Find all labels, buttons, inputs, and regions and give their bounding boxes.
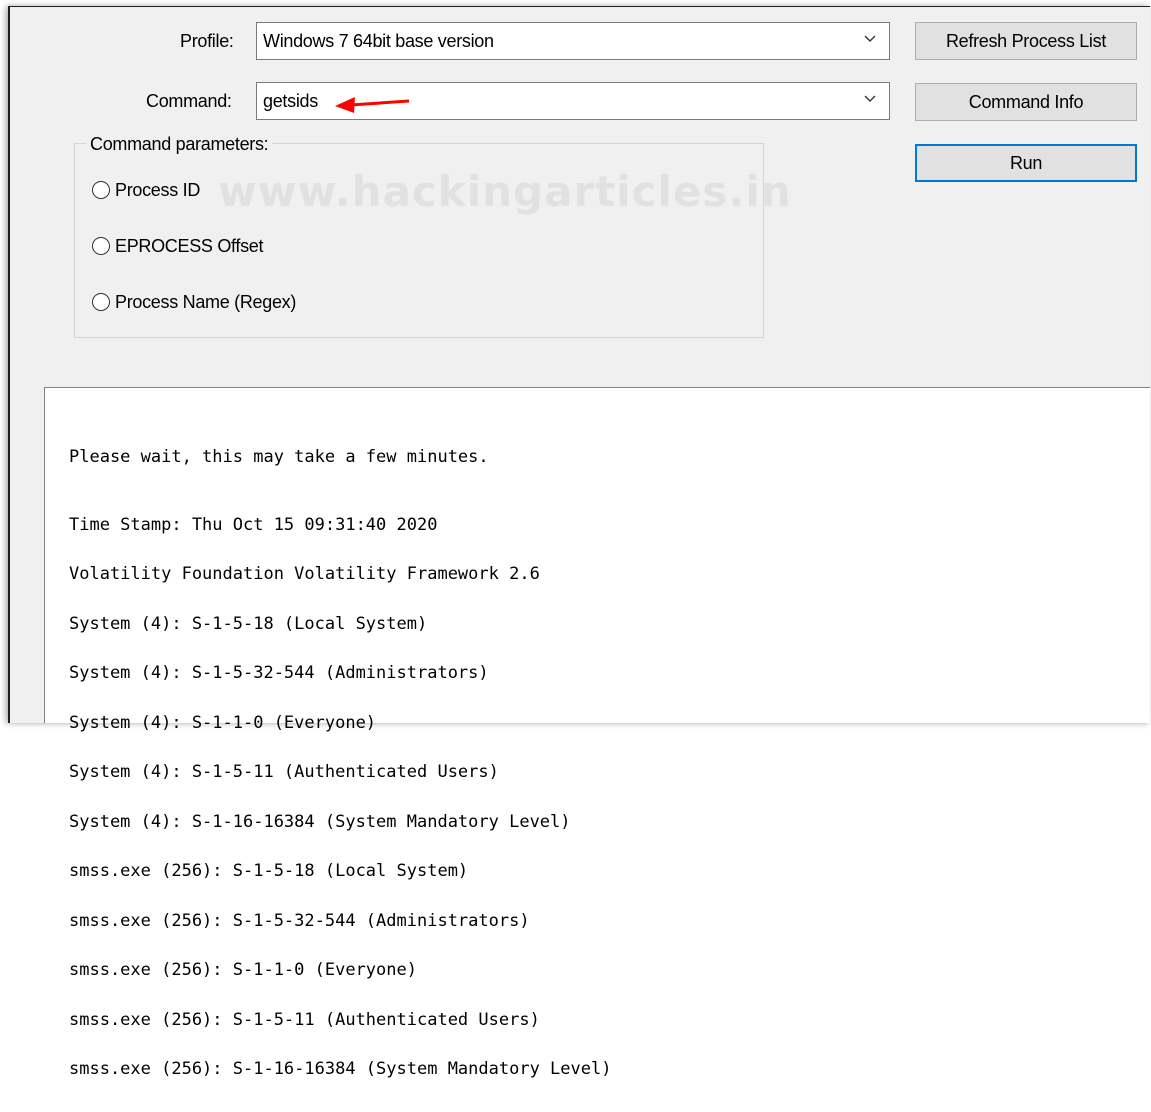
profile-value: Windows 7 64bit base version (263, 31, 494, 51)
output-line: Volatility Foundation Volatility Framewo… (69, 564, 540, 584)
radio-button[interactable] (92, 293, 110, 311)
output-line: smss.exe (256): S-1-5-32-544 (Administra… (69, 910, 530, 931)
command-parameters-title: Command parameters: (86, 134, 273, 155)
output-line: Time Stamp: Thu Oct 15 09:31:40 2020 (69, 514, 438, 535)
output-line: smss.exe (256): S-1-16-16384 (System Man… (69, 1059, 612, 1079)
radio-button[interactable] (92, 181, 110, 199)
chevron-down-icon (864, 35, 876, 42)
output-line: smss.exe (256): S-1-5-18 (Local System) (69, 861, 469, 881)
command-info-button[interactable]: Command Info (915, 83, 1137, 121)
output-line: smss.exe (256): S-1-5-11 (Authenticated … (69, 1009, 540, 1030)
run-button[interactable]: Run (915, 144, 1137, 182)
command-label: Command: (146, 91, 232, 111)
output-line: Please wait, this may take a few minutes… (69, 447, 489, 467)
watermark: www.hackingarticles.in (218, 167, 792, 216)
output-line: System (4): S-1-5-11 (Authenticated User… (69, 762, 499, 782)
volatility-gui-window: Profile: Windows 7 64bit base version Co… (8, 6, 1150, 1077)
radio-button[interactable] (92, 237, 110, 255)
profile-label: Profile: (180, 31, 234, 51)
output-textarea[interactable]: Please wait, this may take a few minutes… (44, 387, 1150, 1077)
output-line: System (4): S-1-1-0 (Everyone) (69, 712, 377, 733)
chevron-down-icon (864, 95, 876, 102)
output-line: System (4): S-1-16-16384 (System Mandato… (69, 811, 571, 832)
profile-dropdown[interactable]: Windows 7 64bit base version (256, 22, 890, 60)
output-lines: Please wait, this may take a few minutes… (69, 416, 611, 1111)
command-value: getsids (263, 91, 318, 111)
radio-label: EPROCESS Offset (115, 236, 264, 256)
radio-label: Process Name (Regex) (115, 292, 297, 312)
annotation-arrow-icon (335, 97, 410, 113)
output-line: System (4): S-1-5-18 (Local System) (69, 613, 428, 634)
output-line: smss.exe (256): S-1-1-0 (Everyone) (69, 960, 417, 980)
radio-label: Process ID (115, 180, 201, 200)
output-line: System (4): S-1-5-32-544 (Administrators… (69, 663, 489, 683)
refresh-process-list-button[interactable]: Refresh Process List (915, 22, 1137, 60)
